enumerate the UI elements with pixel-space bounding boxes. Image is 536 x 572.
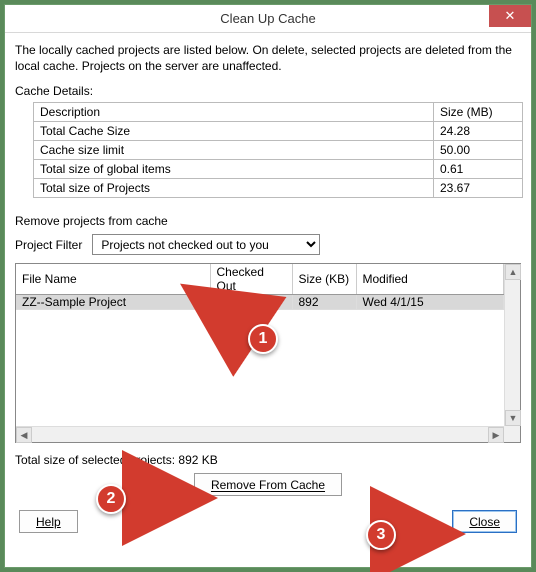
dialog-content: The locally cached projects are listed b… [5,33,531,541]
cache-details-label: Cache Details: [15,84,521,98]
scroll-right-icon[interactable]: ▶ [488,427,504,443]
vertical-scrollbar[interactable]: ▲ ▼ [504,264,520,426]
col-file-name[interactable]: File Name [16,264,210,295]
scroll-down-icon[interactable]: ▼ [505,410,521,426]
projects-list: File Name Checked Out Size (KB) Modified… [15,263,521,443]
scroll-left-icon[interactable]: ◀ [16,427,32,443]
close-button[interactable]: Close [452,510,517,533]
col-size-mb: Size (MB) [434,103,523,122]
table-row: Total Cache Size24.28 [34,122,523,141]
help-button[interactable]: Help [19,510,78,533]
filter-row: Project Filter Projects not checked out … [15,234,521,255]
table-row: Cache size limit50.00 [34,141,523,160]
table-row: Total size of global items0.61 [34,160,523,179]
col-description: Description [34,103,434,122]
scroll-corner [504,426,520,442]
window-title: Clean Up Cache [5,11,531,26]
remove-from-cache-button[interactable]: Remove From Cache [194,473,342,496]
titlebar: Clean Up Cache ✕ [5,5,531,33]
close-icon[interactable]: ✕ [489,5,531,27]
col-size-kb[interactable]: Size (KB) [292,264,356,295]
intro-text: The locally cached projects are listed b… [15,43,521,74]
table-row: Total size of Projects23.67 [34,179,523,198]
remove-section-label: Remove projects from cache [15,214,521,228]
dialog-window: Clean Up Cache ✕ The locally cached proj… [4,4,532,568]
col-checked-out[interactable]: Checked Out [210,264,292,295]
scroll-up-icon[interactable]: ▲ [505,264,521,280]
col-modified[interactable]: Modified [356,264,504,295]
filter-label: Project Filter [15,238,82,252]
horizontal-scrollbar[interactable]: ◀ ▶ [16,426,504,442]
list-item[interactable]: ZZ--Sample Project No 892 Wed 4/1/15 [16,295,504,310]
total-selected-label: Total size of selected projects: 892 KB [15,453,521,467]
project-filter-select[interactable]: Projects not checked out to you [92,234,320,255]
cache-details-table: Description Size (MB) Total Cache Size24… [33,102,523,198]
